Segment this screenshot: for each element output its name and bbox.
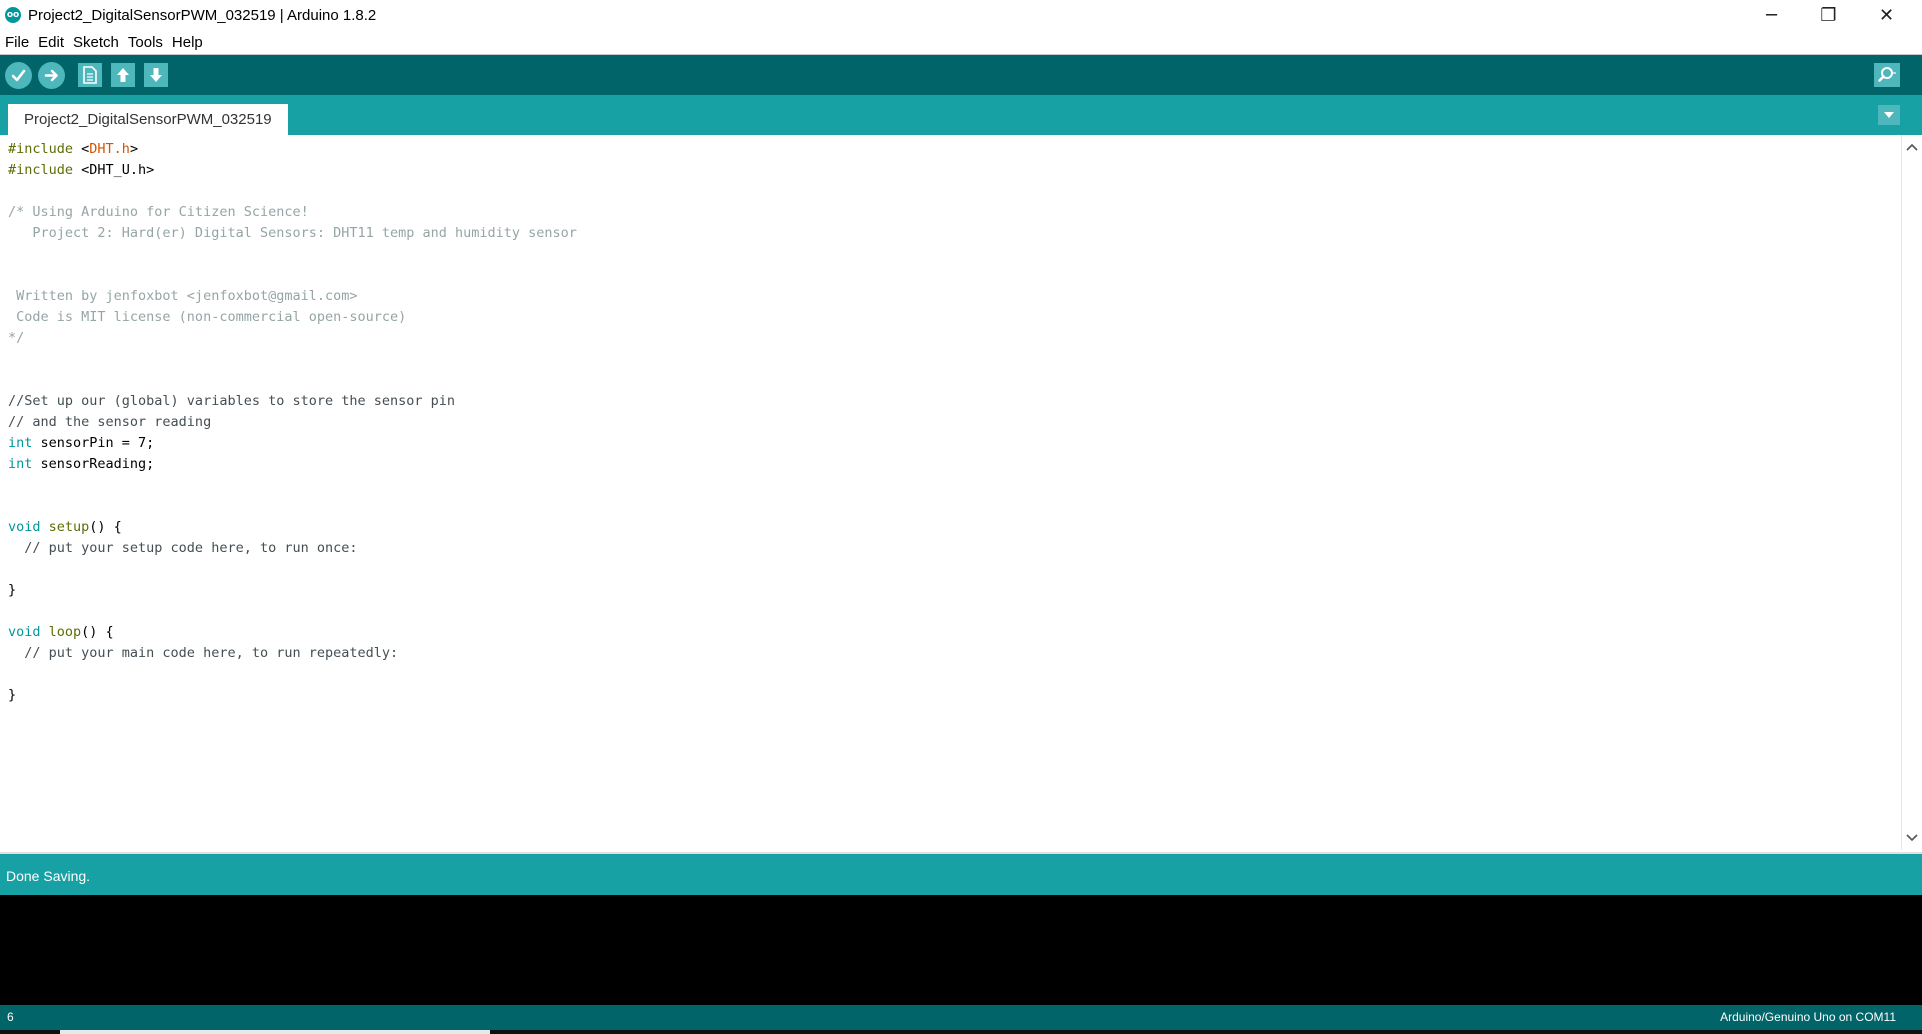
- code-line[interactable]: [8, 244, 577, 265]
- line-number: 6: [7, 1010, 14, 1024]
- window-title: Project2_DigitalSensorPWM_032519 | Ardui…: [28, 6, 377, 24]
- code-token: Project 2: Hard(er) Digital Sensors: DHT…: [8, 225, 577, 241]
- verify-button[interactable]: [5, 62, 32, 89]
- tab-sketch[interactable]: Project2_DigitalSensorPWM_032519: [8, 104, 288, 135]
- code-token: /* Using Arduino for Citizen Science!: [8, 204, 309, 220]
- open-sketch-button[interactable]: [111, 63, 135, 87]
- code-line[interactable]: }: [8, 685, 577, 706]
- code-token: int: [8, 435, 33, 451]
- code-line[interactable]: [8, 349, 577, 370]
- code-token: <: [73, 141, 90, 157]
- board-port-info: Arduino/Genuino Uno on COM11: [1720, 1010, 1896, 1024]
- code-token: () {: [81, 624, 114, 640]
- code-token: loop: [48, 624, 82, 640]
- code-token: Written by jenfoxbot <jenfoxbot@gmail.co…: [8, 288, 358, 304]
- chevron-down-icon: [1884, 112, 1894, 118]
- code-token: // put your setup code here, to run once…: [8, 540, 358, 556]
- code-line[interactable]: */: [8, 328, 577, 349]
- code-token: void: [8, 519, 41, 535]
- taskbar-active-item: [60, 1030, 490, 1034]
- code-line[interactable]: Project 2: Hard(er) Digital Sensors: DHT…: [8, 223, 577, 244]
- code-line[interactable]: #include <DHT.h>: [8, 139, 577, 160]
- code-editor[interactable]: #include <DHT.h> #include <DHT_U.h> /* Us…: [0, 135, 1922, 850]
- code-token: >: [129, 141, 139, 157]
- code-token: void: [8, 624, 41, 640]
- menu-bar: File Edit Sketch Tools Help: [0, 30, 1922, 55]
- footer-bar: 6 Arduino/Genuino Uno on COM11: [0, 1005, 1922, 1030]
- menu-file[interactable]: File: [1, 34, 33, 51]
- code-token: */: [8, 330, 25, 346]
- code-token: //Set up our (global) variables to store…: [8, 393, 456, 409]
- code-line[interactable]: [8, 496, 577, 517]
- code-token: int: [8, 456, 33, 472]
- code-line[interactable]: //Set up our (global) variables to store…: [8, 391, 577, 412]
- vertical-scrollbar[interactable]: [1901, 135, 1922, 850]
- code-token: }: [8, 687, 17, 703]
- code-line[interactable]: [8, 370, 577, 391]
- arrow-down-icon: [150, 68, 162, 82]
- code-line[interactable]: #include <DHT_U.h>: [8, 160, 577, 181]
- code-token: #include: [8, 162, 74, 178]
- status-bar: Done Saving.: [0, 852, 1922, 897]
- console-output[interactable]: [0, 895, 1922, 1005]
- menu-edit[interactable]: Edit: [34, 34, 68, 51]
- code-token: sensorPin = 7;: [32, 435, 155, 451]
- magnifier-icon: [1878, 67, 1896, 82]
- menu-help[interactable]: Help: [168, 34, 207, 51]
- check-icon: [11, 69, 26, 82]
- code-line[interactable]: void loop() {: [8, 622, 577, 643]
- code-token: DHT.h: [89, 141, 130, 157]
- upload-button[interactable]: [38, 62, 65, 89]
- scroll-down-icon[interactable]: [1906, 832, 1918, 844]
- menu-tools[interactable]: Tools: [124, 34, 167, 51]
- code-token: // and the sensor reading: [8, 414, 212, 430]
- code-token: setup: [48, 519, 90, 535]
- new-sketch-button[interactable]: [78, 63, 102, 87]
- code-line[interactable]: [8, 664, 577, 685]
- scroll-up-icon[interactable]: [1906, 141, 1918, 153]
- serial-monitor-button[interactable]: [1874, 63, 1900, 87]
- arduino-logo-icon: oo: [5, 7, 21, 23]
- code-token: Code is MIT license (non-commercial open…: [8, 309, 407, 325]
- code-token: // put your main code here, to run repea…: [8, 645, 399, 661]
- toolbar: [0, 55, 1922, 95]
- code-line[interactable]: [8, 559, 577, 580]
- code-token: sensorReading;: [32, 456, 155, 472]
- code-line[interactable]: Written by jenfoxbot <jenfoxbot@gmail.co…: [8, 286, 577, 307]
- code-token: }: [8, 582, 17, 598]
- code-line[interactable]: // put your setup code here, to run once…: [8, 538, 577, 559]
- code-token: <DHT_U.h>: [73, 162, 155, 178]
- code-line[interactable]: int sensorReading;: [8, 454, 577, 475]
- status-message: Done Saving.: [6, 868, 91, 884]
- save-sketch-button[interactable]: [144, 63, 168, 87]
- title-bar: oo Project2_DigitalSensorPWM_032519 | Ar…: [0, 0, 1922, 30]
- code-line[interactable]: /* Using Arduino for Citizen Science!: [8, 202, 577, 223]
- arrow-right-icon: [44, 69, 58, 82]
- menu-sketch[interactable]: Sketch: [69, 34, 123, 51]
- code-line[interactable]: // and the sensor reading: [8, 412, 577, 433]
- code-line[interactable]: }: [8, 580, 577, 601]
- restore-button[interactable]: ❐: [1800, 0, 1857, 30]
- arrow-up-icon: [117, 68, 129, 82]
- code-line[interactable]: int sensorPin = 7;: [8, 433, 577, 454]
- code-line[interactable]: Code is MIT license (non-commercial open…: [8, 307, 577, 328]
- code-line[interactable]: [8, 181, 577, 202]
- code-text[interactable]: #include <DHT.h> #include <DHT_U.h> /* Us…: [8, 139, 577, 706]
- code-line[interactable]: [8, 475, 577, 496]
- new-file-icon: [83, 66, 97, 84]
- tab-menu-button[interactable]: [1878, 105, 1900, 125]
- code-line[interactable]: // put your main code here, to run repea…: [8, 643, 577, 664]
- code-token: () {: [89, 519, 122, 535]
- code-token: #include: [8, 141, 74, 157]
- minimize-button[interactable]: ─: [1743, 0, 1800, 30]
- close-button[interactable]: ✕: [1858, 0, 1915, 30]
- code-line[interactable]: [8, 601, 577, 622]
- tab-bar: Project2_DigitalSensorPWM_032519: [0, 95, 1922, 135]
- code-line[interactable]: [8, 265, 577, 286]
- code-line[interactable]: void setup() {: [8, 517, 577, 538]
